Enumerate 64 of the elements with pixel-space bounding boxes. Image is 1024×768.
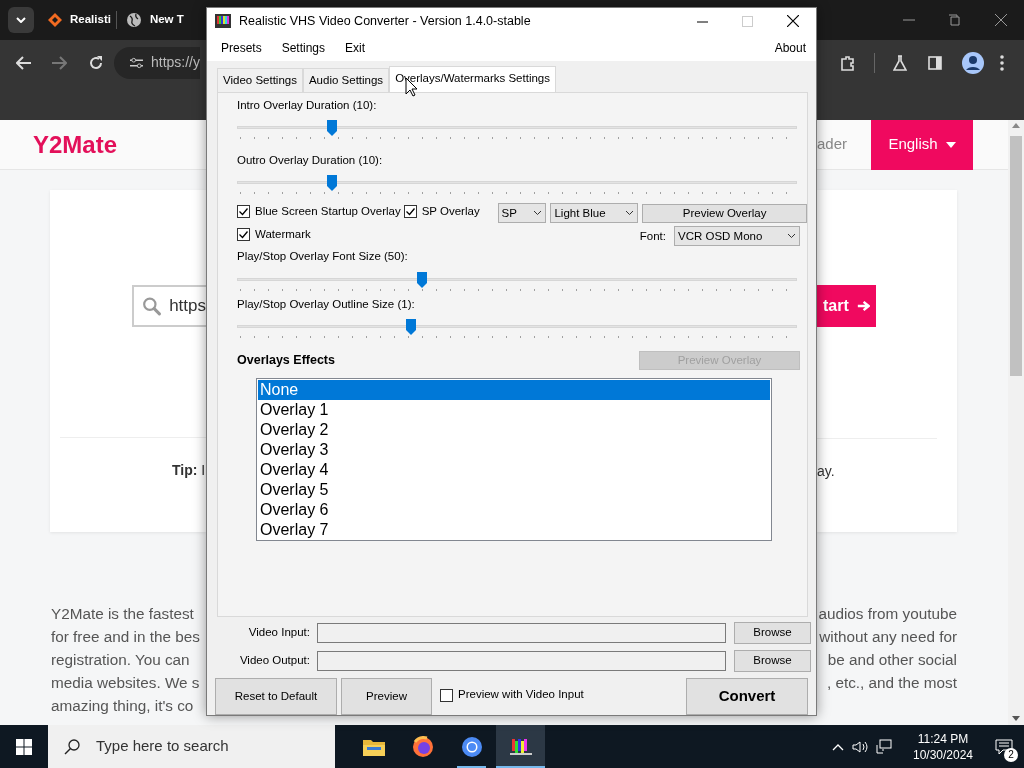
checkbox[interactable]: Preview with Video Input — [440, 686, 584, 704]
paragraph-text: without any need for — [819, 627, 957, 647]
nav-link[interactable]: ader — [817, 133, 871, 156]
search-text: https — [169, 295, 206, 318]
tip-text: ay. — [817, 463, 835, 479]
font-label: Font: — [639, 228, 666, 244]
list-item[interactable]: Overlay 5 — [258, 479, 770, 500]
tip-text: Tip: I — [172, 462, 206, 478]
checkbox[interactable]: SP Overlay — [403, 203, 480, 221]
slider-label: Play/Stop Overlay Font Size (50): — [237, 249, 409, 265]
browse-button[interactable]: Browse — [734, 622, 811, 644]
paragraph-text: for free and in the bes — [51, 627, 201, 647]
checkbox[interactable]: Watermark — [237, 226, 311, 244]
slider-label: Intro Overlay Duration (10): — [237, 97, 378, 113]
font-dropdown[interactable]: VCR OSD Mono — [674, 226, 800, 247]
preview-overlay-button[interactable]: Preview Overlay — [642, 203, 807, 223]
paragraph-text: be and other social — [827, 650, 957, 670]
paragraph-text: registration. You can — [51, 650, 191, 670]
window-title: Realistic VHS Video Converter - Version 1.4.0-stable — [239, 13, 531, 30]
clock-time[interactable]: 11:24 PM — [908, 730, 978, 747]
browser-tab[interactable]: Realisti — [70, 11, 111, 29]
browser-tab[interactable]: New T — [149, 11, 184, 29]
field-label: Video Output: — [239, 653, 310, 669]
site-logo[interactable]: Y2Mate — [33, 126, 118, 163]
address-bar[interactable]: https://y — [114, 46, 200, 79]
paragraph-text: , etc., and the most — [826, 673, 957, 693]
notification-count: 2 — [1004, 748, 1018, 762]
search-placeholder: Type here to search — [96, 736, 229, 757]
slider-label: Play/Stop Overlay Outline Size (1): — [237, 296, 416, 312]
field-label: Video Input: — [248, 625, 310, 641]
convert-button[interactable]: Convert — [686, 678, 808, 715]
list-item[interactable]: None — [258, 379, 770, 400]
paragraph-text: amazing thing, it's co — [51, 696, 195, 716]
tab[interactable]: Overlays/Watermarks Settings — [389, 65, 556, 92]
menu-item[interactable]: About — [774, 38, 806, 57]
dropdown[interactable]: Light Blue — [550, 203, 639, 224]
menu-item[interactable]: Exit — [345, 38, 366, 57]
dropdown[interactable]: SP — [497, 203, 547, 224]
url-text: https://y — [150, 53, 200, 72]
menu-item[interactable]: Presets — [221, 38, 262, 57]
paragraph-text: media websites. We s — [51, 673, 201, 693]
start-button[interactable]: tart — [817, 285, 876, 327]
clock-date[interactable]: 10/30/2024 — [908, 746, 978, 763]
paragraph-text: audios from youtube — [818, 604, 957, 624]
list-item[interactable]: Overlay 4 — [258, 459, 770, 480]
slider-label: Outro Overlay Duration (10): — [237, 153, 384, 168]
paragraph-text: Y2Mate is the fastest — [51, 604, 195, 624]
reset-button[interactable]: Reset to Default — [215, 678, 337, 715]
browse-button[interactable]: Browse — [734, 650, 811, 672]
list-item[interactable]: Overlay 1 — [258, 399, 770, 420]
menu-item[interactable]: Settings — [281, 38, 326, 57]
list-item[interactable]: Overlay 3 — [258, 439, 770, 460]
list-item[interactable]: Overlay 6 — [258, 499, 770, 520]
section-heading: Overlays Effects — [237, 351, 335, 369]
tab[interactable]: Video Settings — [217, 67, 303, 92]
list-item[interactable]: Overlay 2 — [258, 419, 770, 440]
checkbox[interactable]: Blue Screen Startup Overlay — [237, 203, 401, 221]
language-dropdown[interactable]: English — [871, 119, 973, 170]
list-item[interactable]: Overlay 7 — [258, 519, 770, 540]
tab[interactable]: Audio Settings — [302, 67, 390, 92]
notifications-button[interactable]: 2 — [984, 725, 1024, 768]
preview-button[interactable]: Preview — [341, 678, 432, 715]
search-field[interactable]: https — [132, 285, 206, 327]
search-box[interactable]: Type here to search — [48, 725, 335, 768]
